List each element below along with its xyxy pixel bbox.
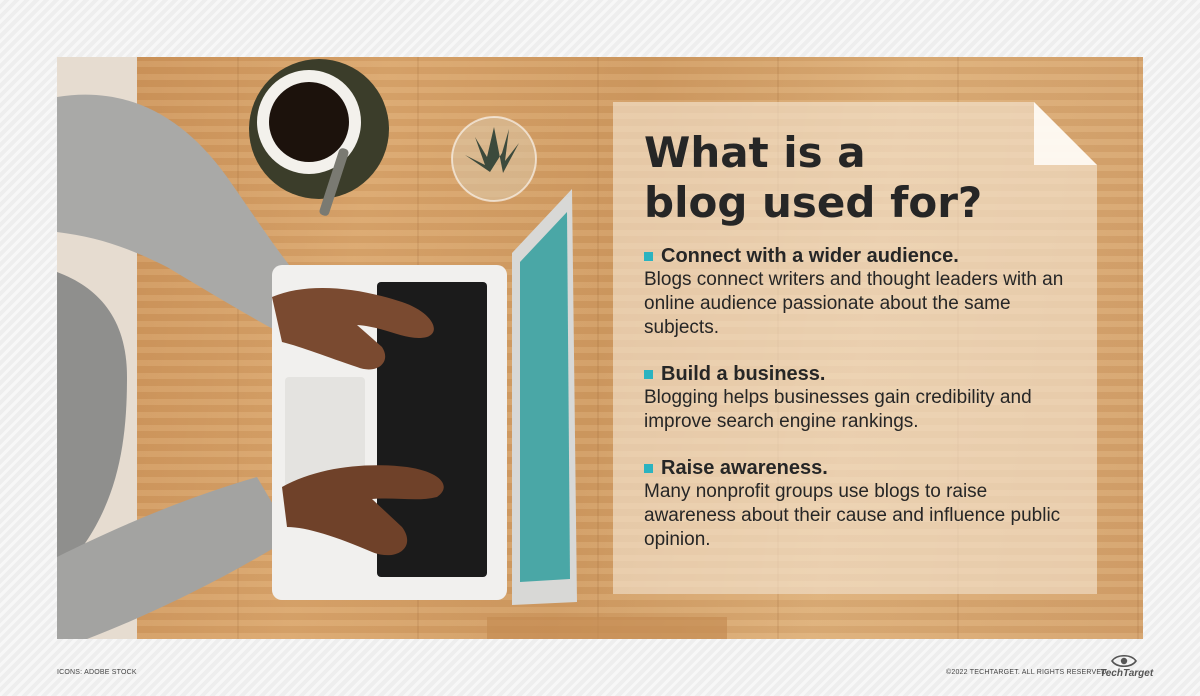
use-item: Connect with a wider audience. Blogs con… (644, 244, 1074, 340)
copyright-notice: ©2022 TECHTARGET. ALL RIGHTS RESERVED (946, 669, 1107, 676)
use-item-heading-text: Build a business. (661, 363, 826, 385)
info-content: What is a blog used for? Connect with a … (644, 128, 1074, 574)
eye-icon (1111, 654, 1137, 668)
use-item-body: Many nonprofit groups use blogs to raise… (644, 481, 1061, 550)
use-item-heading: Connect with a wider audience. (644, 244, 1074, 268)
use-item-body: Blogs connect writers and thought leader… (644, 269, 1064, 338)
table-edge (487, 617, 727, 639)
infographic-title: What is a blog used for? (644, 128, 1074, 228)
use-item-heading: Build a business. (644, 362, 1074, 386)
use-item-heading-text: Raise awareness. (661, 457, 828, 479)
icon-credit: ICONS: ADOBE STOCK (57, 669, 137, 676)
logo-text: TechTarget (1100, 668, 1154, 679)
square-bullet-icon (644, 251, 653, 261)
use-item-heading-text: Connect with a wider audience. (661, 245, 959, 267)
title-line-1: What is a (644, 128, 866, 177)
square-bullet-icon (644, 369, 653, 379)
title-line-2: blog used for? (644, 178, 983, 227)
use-item: Raise awareness. Many nonprofit groups u… (644, 456, 1074, 552)
square-bullet-icon (644, 463, 653, 473)
coffee (269, 82, 349, 162)
use-item: Build a business. Blogging helps busines… (644, 362, 1074, 434)
techtarget-logo: TechTarget (1100, 654, 1154, 679)
use-item-heading: Raise awareness. (644, 456, 1074, 480)
laptop-screen (520, 212, 570, 582)
use-item-body: Blogging helps businesses gain credibili… (644, 387, 1032, 432)
